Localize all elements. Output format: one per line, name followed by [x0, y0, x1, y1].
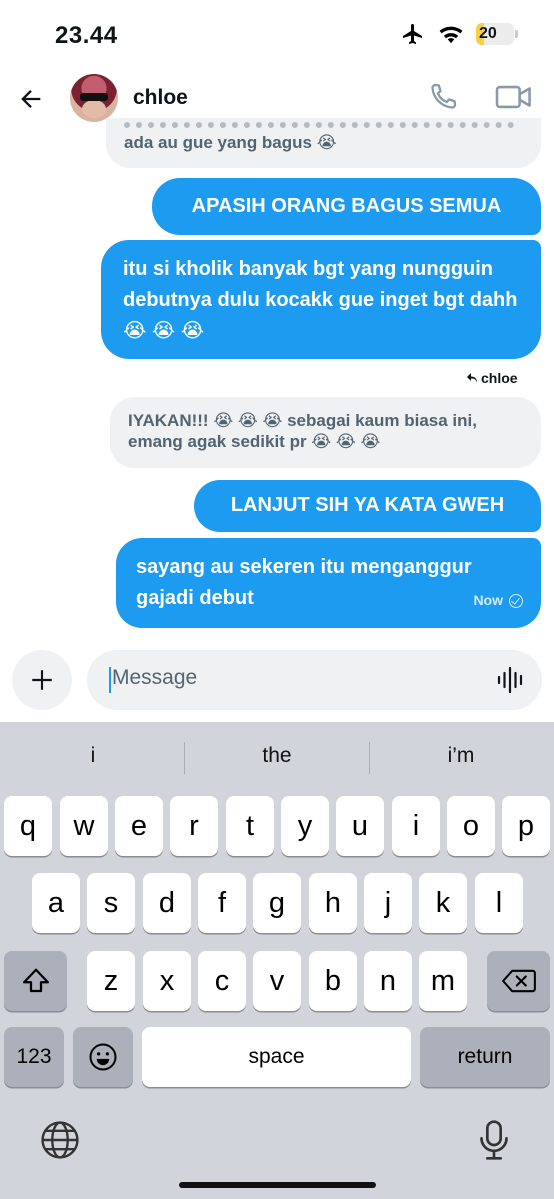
plus-icon [32, 670, 52, 690]
key-c[interactable]: c [198, 951, 246, 1011]
key-a[interactable]: a [32, 873, 80, 933]
suggestion-3[interactable]: i’m [386, 744, 536, 768]
dictation-button[interactable] [474, 1118, 514, 1162]
message-bubble-outgoing[interactable]: APASIH ORANG BAGUS SEMUA [152, 178, 541, 235]
message-bubble-outgoing[interactable]: sayang au sekeren itu menganggur gajadi … [116, 538, 541, 628]
key-l[interactable]: l [475, 873, 523, 933]
key-h[interactable]: h [309, 873, 357, 933]
key-y[interactable]: y [281, 796, 329, 856]
add-attachment-button[interactable] [12, 650, 72, 710]
suggestion-divider [184, 742, 185, 774]
suggestion-1[interactable]: i [18, 744, 168, 768]
contact-name[interactable]: chloe [133, 86, 188, 110]
sent-check-icon [509, 593, 523, 608]
suggestion-2[interactable]: the [202, 744, 352, 768]
airplane-mode-icon [403, 24, 422, 44]
message-text: ada au gue yang bagus 😭 [124, 133, 337, 152]
keyboard: i the i’m q w e r t y u i o p a s d f g … [0, 722, 554, 1199]
key-k[interactable]: k [419, 873, 467, 933]
reply-arrow-icon [467, 373, 477, 383]
microphone-icon [480, 1120, 508, 1160]
key-w[interactable]: w [60, 796, 108, 856]
message-text: itu si kholik banyak bgt yang nungguin d… [123, 258, 518, 342]
message-text: IYAKAN!!! 😭 😭 😭 sebagai kaum biasa ini, … [128, 411, 477, 451]
message-text: LANJUT SIH YA KATA GWEH [230, 494, 505, 516]
key-g[interactable]: g [253, 873, 301, 933]
key-v[interactable]: v [253, 951, 301, 1011]
language-button[interactable] [38, 1118, 82, 1162]
reply-indicator: chloe [466, 370, 518, 386]
battery-indicator: 20 [476, 23, 518, 45]
reply-sender: chloe [481, 370, 518, 386]
status-time: 23.44 [55, 22, 118, 49]
call-button[interactable] [426, 80, 460, 114]
return-key[interactable]: return [420, 1027, 550, 1087]
message-bubble-incoming[interactable]: ada au gue yang bagus 😭 [106, 118, 541, 168]
message-placeholder: Message [112, 666, 198, 689]
key-m[interactable]: m [419, 951, 467, 1011]
message-bubble-outgoing[interactable]: itu si kholik banyak bgt yang nungguin d… [101, 240, 541, 359]
avatar[interactable] [70, 74, 118, 122]
message-text: sayang au sekeren itu menganggur gajadi … [136, 556, 472, 609]
suggestion-divider [369, 742, 370, 774]
key-u[interactable]: u [336, 796, 384, 856]
key-b[interactable]: b [309, 951, 357, 1011]
shift-key[interactable] [4, 951, 67, 1011]
message-input[interactable]: Message [87, 650, 542, 710]
key-d[interactable]: d [143, 873, 191, 933]
message-bubble-outgoing[interactable]: LANJUT SIH YA KATA GWEH [194, 480, 541, 532]
emoji-icon [89, 1043, 117, 1071]
phone-icon [431, 83, 457, 109]
key-o[interactable]: o [447, 796, 495, 856]
status-bar: 23.44 20 [0, 0, 554, 70]
video-call-button[interactable] [494, 80, 534, 114]
key-f[interactable]: f [198, 873, 246, 933]
status-icons: 20 [400, 22, 518, 46]
key-x[interactable]: x [143, 951, 191, 1011]
waveform-icon [497, 666, 523, 694]
message-bubble-incoming[interactable]: IYAKAN!!! 😭 😭 😭 sebagai kaum biasa ini, … [110, 397, 541, 468]
backspace-icon [501, 969, 536, 993]
message-timestamp: Now [473, 592, 503, 608]
space-key[interactable]: space [142, 1027, 411, 1087]
home-indicator [179, 1182, 376, 1188]
emoji-key[interactable] [73, 1027, 133, 1087]
key-q[interactable]: q [4, 796, 52, 856]
key-n[interactable]: n [364, 951, 412, 1011]
numbers-key[interactable]: 123 [4, 1027, 64, 1087]
key-e[interactable]: e [115, 796, 163, 856]
key-j[interactable]: j [364, 873, 412, 933]
wifi-icon [439, 26, 463, 44]
key-z[interactable]: z [87, 951, 135, 1011]
delete-key[interactable] [487, 951, 550, 1011]
shift-icon [22, 968, 49, 993]
globe-icon [41, 1121, 79, 1159]
key-r[interactable]: r [170, 796, 218, 856]
voice-message-button[interactable] [496, 665, 526, 695]
back-arrow-icon [21, 90, 41, 108]
video-icon [495, 85, 531, 109]
message-text: APASIH ORANG BAGUS SEMUA [191, 195, 502, 217]
text-caret [109, 667, 111, 693]
key-p[interactable]: p [502, 796, 550, 856]
message-status: Now [473, 585, 523, 616]
key-i[interactable]: i [392, 796, 440, 856]
key-s[interactable]: s [87, 873, 135, 933]
battery-level: 20 [479, 25, 497, 42]
back-button[interactable] [14, 82, 48, 116]
key-t[interactable]: t [226, 796, 274, 856]
